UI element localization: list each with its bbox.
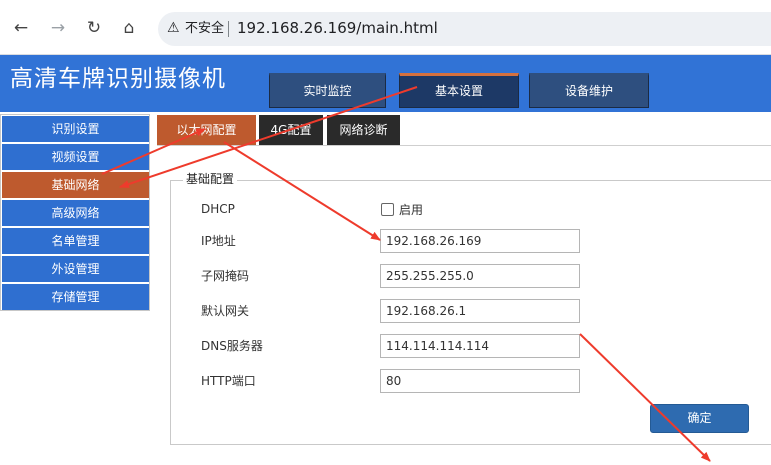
netmask-input[interactable]: 255.255.255.0 bbox=[380, 264, 580, 288]
dhcp-checkbox[interactable] bbox=[381, 203, 394, 216]
dns-server-input[interactable]: 114.114.114.114 bbox=[380, 334, 580, 358]
http-port-label: HTTP端口 bbox=[201, 374, 256, 388]
arrow-right-icon[interactable]: → bbox=[47, 17, 69, 39]
dhcp-enable-label[interactable]: 启用 bbox=[399, 202, 423, 218]
tab-4g-config[interactable]: 4G配置 bbox=[259, 115, 323, 145]
warning-icon[interactable]: ⚠ bbox=[167, 20, 183, 36]
tab-network-diagnostics[interactable]: 网络诊断 bbox=[327, 115, 400, 145]
url-text[interactable]: 192.168.26.169/main.html bbox=[237, 19, 438, 38]
gateway-label: 默认网关 bbox=[201, 304, 250, 318]
sidebar-item-peripheral-management[interactable]: 外设管理 bbox=[2, 256, 149, 282]
tab-device-maintenance[interactable]: 设备维护 bbox=[529, 73, 649, 108]
reload-icon[interactable]: ↻ bbox=[83, 17, 105, 39]
security-warning-label[interactable]: 不安全 bbox=[185, 20, 224, 37]
tab-divider bbox=[157, 145, 771, 146]
sidebar-item-list-management[interactable]: 名单管理 bbox=[2, 228, 149, 254]
section-title: 基础配置 bbox=[183, 171, 238, 187]
dns-server-label: DNS服务器 bbox=[201, 339, 263, 353]
home-icon[interactable]: ⌂ bbox=[118, 17, 140, 39]
ip-address-label: IP地址 bbox=[201, 234, 236, 248]
browser-toolbar: ← → ↻ ⌂ ⚠ 不安全 192.168.26.169/main.html bbox=[0, 0, 771, 55]
address-bar[interactable]: ⚠ 不安全 192.168.26.169/main.html bbox=[158, 12, 771, 46]
sidebar: 识别设置 视频设置 基础网络 高级网络 名单管理 外设管理 存储管理 bbox=[0, 114, 150, 311]
confirm-button[interactable]: 确定 bbox=[650, 404, 749, 433]
sidebar-item-storage-management[interactable]: 存储管理 bbox=[2, 284, 149, 310]
sidebar-item-basic-network[interactable]: 基础网络 bbox=[2, 172, 149, 198]
netmask-label: 子网掩码 bbox=[201, 269, 250, 283]
gateway-input[interactable]: 192.168.26.1 bbox=[380, 299, 580, 323]
app-title: 高清车牌识别摄像机 bbox=[10, 66, 226, 92]
page: ← → ↻ ⌂ ⚠ 不安全 192.168.26.169/main.html 高… bbox=[0, 0, 771, 465]
sidebar-item-recognition-settings[interactable]: 识别设置 bbox=[2, 116, 149, 142]
http-port-input[interactable]: 80 bbox=[380, 369, 580, 393]
tab-realtime-monitor[interactable]: 实时监控 bbox=[269, 73, 386, 108]
sidebar-item-video-settings[interactable]: 视频设置 bbox=[2, 144, 149, 170]
dhcp-label: DHCP bbox=[201, 202, 235, 216]
sidebar-item-advanced-network[interactable]: 高级网络 bbox=[2, 200, 149, 226]
tab-ethernet-config[interactable]: 以太网配置 bbox=[157, 115, 256, 145]
address-divider bbox=[228, 21, 229, 37]
ip-address-input[interactable]: 192.168.26.169 bbox=[380, 229, 580, 253]
tab-basic-settings[interactable]: 基本设置 bbox=[399, 73, 519, 108]
app-header: 高清车牌识别摄像机 实时监控 基本设置 设备维护 bbox=[0, 55, 771, 112]
arrow-left-icon[interactable]: ← bbox=[10, 17, 32, 39]
